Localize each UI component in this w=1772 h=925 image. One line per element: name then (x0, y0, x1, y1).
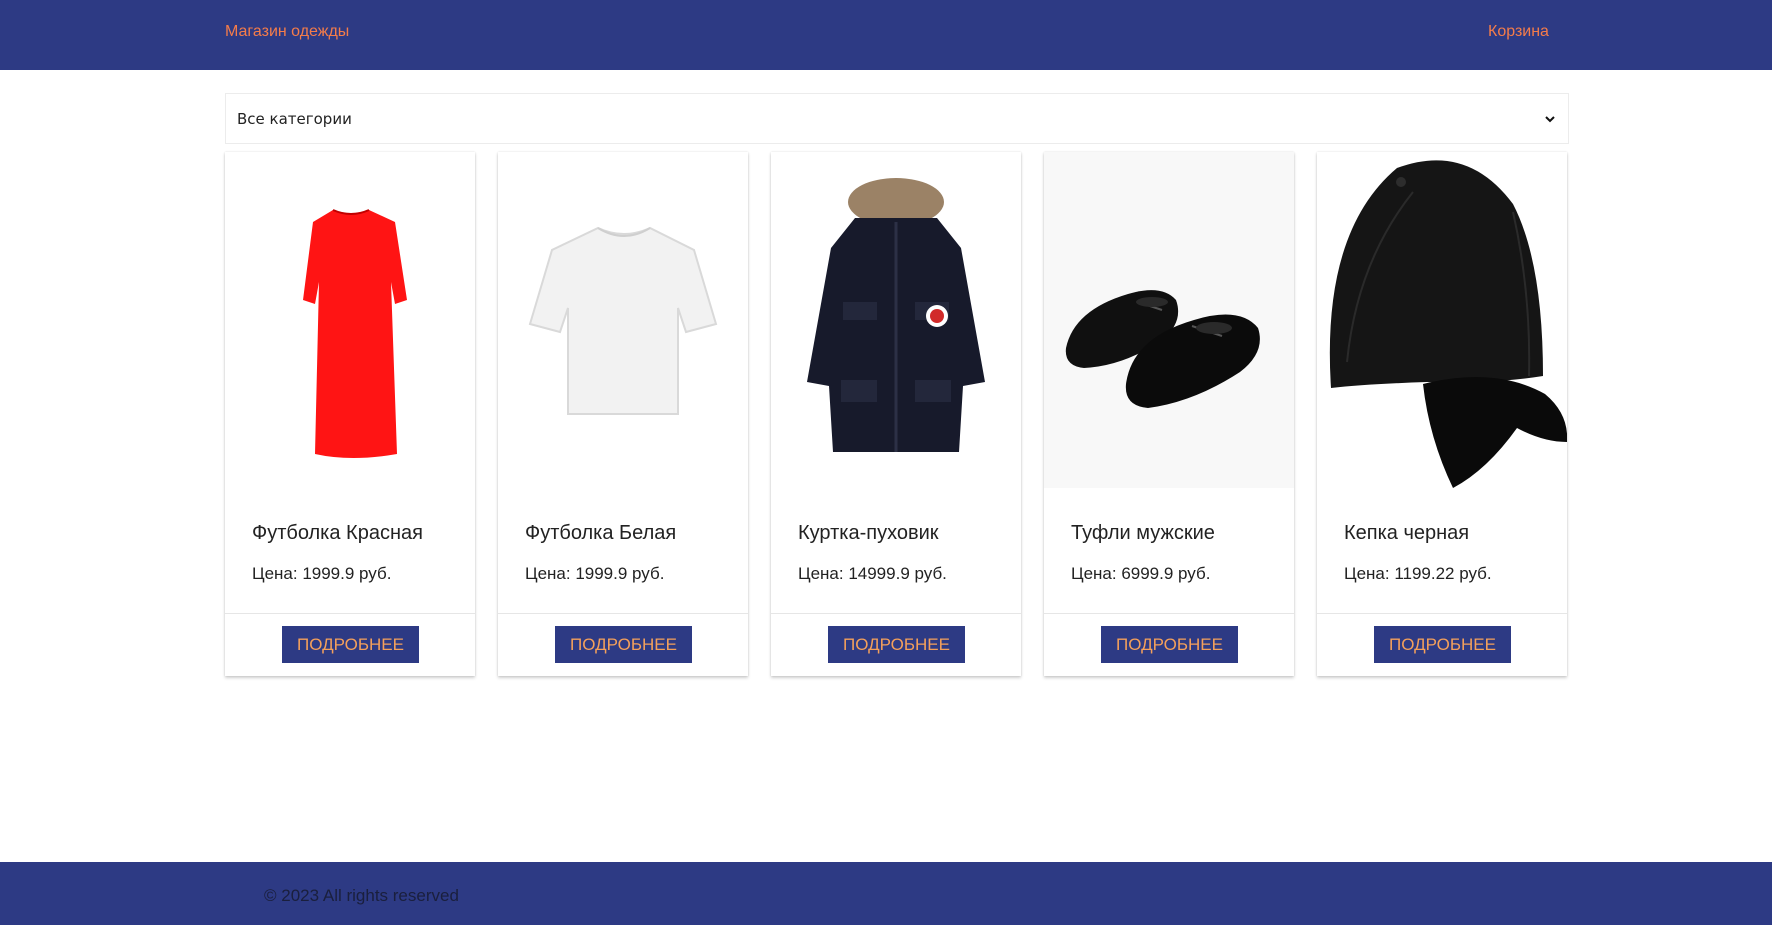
product-image (1044, 152, 1294, 488)
product-image (1317, 152, 1567, 488)
details-button[interactable]: Подробнее (828, 626, 965, 663)
product-image (498, 152, 748, 488)
footer: © 2023 All rights reserved (0, 862, 1772, 925)
product-price: Цена: 1999.9 руб. (525, 564, 665, 583)
details-button[interactable]: Подробнее (1101, 626, 1238, 663)
product-card: Кепка черная Цена: 1199.22 руб. Подробне… (1317, 152, 1567, 676)
product-title: Кепка черная (1344, 522, 1470, 544)
card-divider (1044, 613, 1294, 614)
cart-link[interactable]: Корзина (1488, 23, 1549, 41)
product-image (771, 152, 1021, 488)
details-button[interactable]: Подробнее (282, 626, 419, 663)
product-title: Туфли мужские (1071, 522, 1215, 544)
down-jacket-image (807, 178, 985, 452)
details-button[interactable]: Подробнее (1374, 626, 1511, 663)
product-grid: Футболка Красная Цена: 1999.9 руб. Подро… (225, 152, 1569, 676)
product-price: Цена: 14999.9 руб. (798, 564, 947, 583)
category-select-value: Все категории (237, 109, 352, 128)
product-title: Футболка Красная (252, 522, 423, 544)
product-title: Футболка Белая (525, 522, 677, 544)
copyright-text: © 2023 All rights reserved (264, 886, 459, 905)
white-tshirt-image (528, 226, 718, 415)
card-divider (1317, 613, 1567, 614)
card-divider (771, 613, 1021, 614)
product-title: Куртка-пуховик (798, 522, 939, 544)
top-navbar: Магазин одежды Корзина (0, 0, 1772, 70)
card-divider (498, 613, 748, 614)
product-image (225, 152, 475, 488)
chevron-down-icon (1545, 115, 1555, 122)
brand-link[interactable]: Магазин одежды (225, 23, 349, 41)
product-card: Футболка Белая Цена: 1999.9 руб. Подробн… (498, 152, 748, 676)
product-card: Куртка-пуховик Цена: 14999.9 руб. Подроб… (771, 152, 1021, 676)
product-price: Цена: 6999.9 руб. (1071, 564, 1211, 583)
card-divider (225, 613, 475, 614)
product-card: Туфли мужские Цена: 6999.9 руб. Подробне… (1044, 152, 1294, 676)
product-card: Футболка Красная Цена: 1999.9 руб. Подро… (225, 152, 475, 676)
category-select[interactable]: Все категории (225, 93, 1569, 144)
product-price: Цена: 1999.9 руб. (252, 564, 392, 583)
product-price: Цена: 1199.22 руб. (1344, 564, 1492, 583)
red-dress-image (303, 209, 407, 458)
mens-shoes-image (1065, 290, 1260, 408)
black-cap-image (1329, 160, 1567, 488)
details-button[interactable]: Подробнее (555, 626, 692, 663)
